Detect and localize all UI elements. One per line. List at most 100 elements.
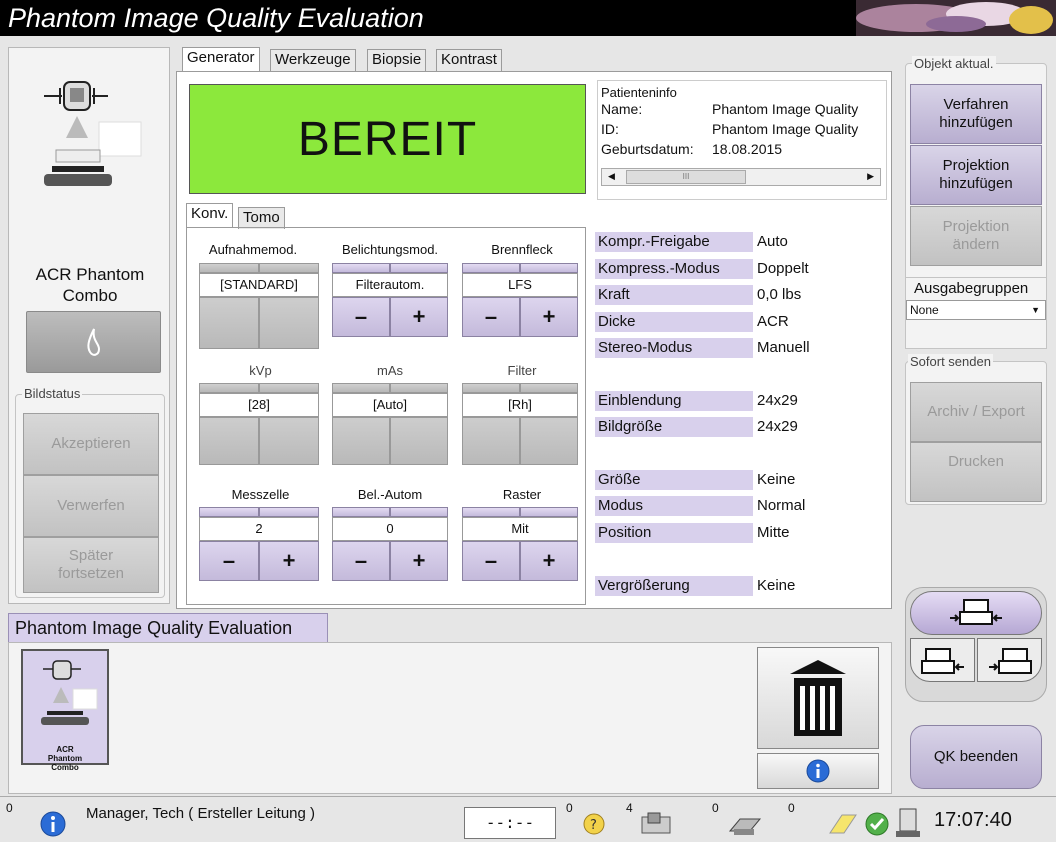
messzelle-label: Messzelle	[231, 487, 290, 502]
notes-icon[interactable]	[826, 811, 858, 841]
bildstatus-group: Bildstatus Akzeptieren Verwerfen Später …	[15, 386, 165, 598]
objekt-legend: Objekt aktual.	[912, 56, 996, 71]
flower-banner-image	[856, 0, 1056, 36]
messzelle-minus-button[interactable]: –	[199, 541, 259, 581]
printer-icon[interactable]	[726, 811, 762, 841]
aufnahmemod-left-button	[199, 297, 259, 349]
paddle-right-icon	[988, 648, 1032, 674]
end-qc-button[interactable]: QK beenden	[910, 725, 1042, 789]
mas-value: [Auto]	[332, 393, 448, 417]
paddle-center-icon	[950, 599, 1002, 625]
subtab-strip: Konv. Tomo	[186, 203, 586, 229]
alert-count: 0	[566, 801, 573, 815]
add-projection-button[interactable]: Projektion hinzufügen	[910, 145, 1042, 205]
paddle-shift-right-button[interactable]	[977, 638, 1042, 682]
delete-button[interactable]	[757, 647, 879, 749]
scroll-thumb[interactable]: III	[626, 170, 746, 184]
belautom-minus-button[interactable]: –	[332, 541, 390, 581]
tab-konv[interactable]: Konv.	[186, 203, 234, 227]
ausgabe-select-value: None	[910, 303, 939, 317]
add-procedure-button[interactable]: Verfahren hinzufügen	[910, 84, 1042, 144]
check-status-icon[interactable]	[864, 811, 890, 841]
belautom-plus-button[interactable]: +	[390, 541, 448, 581]
patient-info-legend: Patienteninfo	[601, 85, 677, 100]
manual-exposure-button[interactable]	[26, 311, 161, 373]
image-count: 4	[626, 801, 633, 815]
reject-button[interactable]: Verwerfen	[23, 475, 159, 537]
prop-value-groesse: Keine	[757, 471, 796, 488]
patient-scrollbar[interactable]: ◀ III ▶	[601, 168, 881, 186]
konv-panel: Aufnahmemod. [STANDARD] Belichtungsmod. …	[186, 227, 586, 605]
trash-icon	[790, 660, 846, 736]
scroll-right-icon[interactable]: ▶	[867, 171, 874, 182]
raster-minus-button[interactable]: –	[462, 541, 520, 581]
thumbnail-procedure-icon	[41, 660, 98, 725]
tab-kontrast[interactable]: Kontrast	[436, 49, 502, 71]
user-info: Manager, Tech ( Ersteller Leitung )	[86, 805, 316, 822]
aufnahmemod-right-button	[259, 297, 319, 349]
generator-content: BEREIT Patienteninfo Name: Phantom Image…	[176, 71, 892, 609]
left-panel: ACR Phantom Combo Bildstatus Akzeptieren…	[8, 47, 170, 604]
archive-export-button: Archiv / Export	[910, 382, 1042, 442]
prop-label-dicke: Dicke	[595, 312, 753, 332]
paddle-shift-center-button[interactable]	[910, 591, 1042, 635]
acr-phantom-combo-icon	[44, 78, 164, 198]
prop-value-dicke: ACR	[757, 313, 789, 330]
patient-id-value: Phantom Image Quality	[712, 121, 859, 137]
thumbnail-acr-phantom[interactable]: ACR Phantom Combo	[21, 649, 109, 772]
change-projection-button: Projektion ändern	[910, 206, 1042, 266]
belautom-value: 0	[332, 517, 448, 541]
raster-seg-2	[520, 507, 578, 517]
belichtungsmod-minus-button[interactable]: –	[332, 297, 390, 337]
prop-value-einblendung: 24x29	[757, 392, 798, 409]
paddle-shift-left-button[interactable]	[910, 638, 975, 682]
raster-label: Raster	[502, 487, 542, 502]
kvp-value: [28]	[199, 393, 319, 417]
bildstatus-legend: Bildstatus	[22, 386, 83, 401]
continue-later-button[interactable]: Später fortsetzen	[23, 537, 159, 593]
belautom-label: Bel.-Autom	[357, 487, 423, 502]
prop-value-kraft: 0,0 lbs	[757, 286, 802, 303]
accept-button[interactable]: Akzeptieren	[23, 413, 159, 475]
messzelle-value: 2	[199, 517, 319, 541]
print-button: Drucken	[910, 442, 1042, 502]
patient-id-label: ID:	[601, 121, 619, 137]
ready-indicator: BEREIT	[189, 84, 586, 194]
brennfleck-minus-button[interactable]: –	[462, 297, 520, 337]
filter-label: Filter	[507, 363, 537, 378]
ausgabe-select[interactable]: None ▼	[906, 300, 1046, 320]
prop-label-bildgroesse: Bildgröße	[595, 417, 753, 437]
prop-label-kompress-modus: Kompress.-Modus	[595, 259, 753, 279]
patient-name-value: Phantom Image Quality	[712, 101, 859, 117]
belautom-seg-1	[332, 507, 390, 517]
kvp-right-button	[259, 417, 319, 465]
raster-plus-button[interactable]: +	[520, 541, 578, 581]
scroll-left-icon[interactable]: ◀	[608, 171, 615, 182]
status-info-icon[interactable]	[40, 811, 66, 841]
mas-seg-1	[332, 383, 390, 393]
prop-label-position: Position	[595, 523, 753, 543]
mas-right-button	[390, 417, 448, 465]
tab-strip: Generator Werkzeuge Biopsie Kontrast	[176, 47, 892, 73]
messzelle-plus-button[interactable]: +	[259, 541, 319, 581]
prop-label-kraft: Kraft	[595, 285, 753, 305]
system-icon[interactable]	[892, 807, 922, 842]
tab-generator[interactable]: Generator	[182, 47, 260, 71]
procedure-tab[interactable]: Phantom Image Quality Evaluation	[8, 613, 328, 643]
prop-value-kompress-modus: Doppelt	[757, 260, 809, 277]
prop-value-vergroesserung: Keine	[757, 577, 796, 594]
patient-dob-label: Geburtsdatum:	[601, 141, 694, 157]
aufnahmemod-seg-2	[259, 263, 319, 273]
tab-tomo[interactable]: Tomo	[238, 207, 285, 229]
filter-left-button	[462, 417, 520, 465]
help-icon[interactable]: ?	[580, 811, 608, 841]
queue-count: 0	[712, 801, 719, 815]
tab-werkzeuge[interactable]: Werkzeuge	[270, 49, 356, 71]
brennfleck-plus-button[interactable]: +	[520, 297, 578, 337]
tab-biopsie[interactable]: Biopsie	[367, 49, 427, 71]
device-icon[interactable]	[638, 811, 674, 841]
info-button[interactable]	[757, 753, 879, 789]
prop-label-groesse: Größe	[595, 470, 753, 490]
belichtungsmod-plus-button[interactable]: +	[390, 297, 448, 337]
mas-left-button	[332, 417, 390, 465]
